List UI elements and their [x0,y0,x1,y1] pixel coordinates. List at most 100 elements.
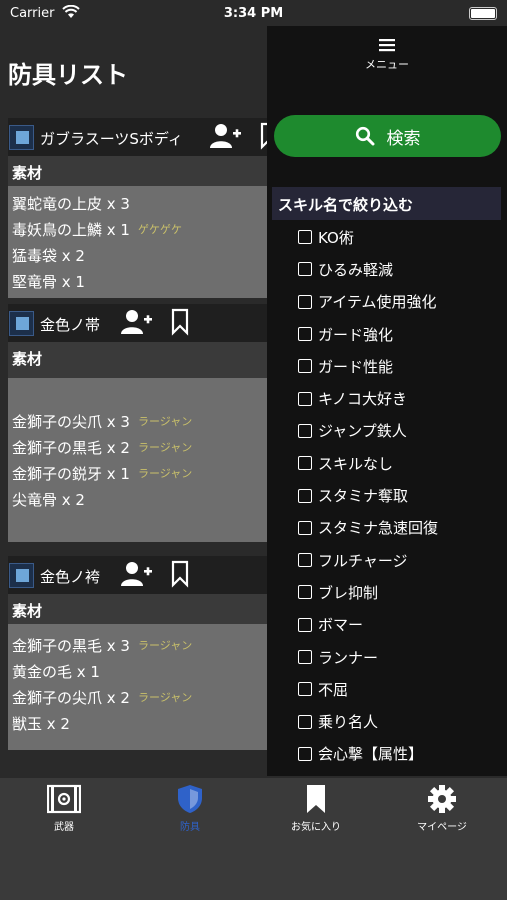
checkbox[interactable] [298,520,312,535]
tab-bar: 武器 防具 お気に入り マイページ [0,778,507,900]
tab-label: 武器 [54,822,74,833]
checkbox[interactable] [298,230,312,245]
bookmark-icon[interactable] [171,308,203,338]
material-text: 翼蛇竜の上皮 x 3 [12,194,130,213]
skill-checkbox-item[interactable]: KO術 [298,221,503,253]
material-item: 尖竜骨 x 2 [12,486,274,512]
material-source: ラージャン [137,691,193,704]
checkbox[interactable] [298,359,312,374]
tab-label: 防具 [180,822,200,833]
material-item: 翼蛇竜の上皮 x 3 [12,190,274,216]
checkbox[interactable] [298,553,312,568]
skill-label: ジャンプ鉄人 [318,422,407,441]
search-button[interactable]: 検索 [274,115,501,157]
skill-checkbox-item[interactable]: ガード強化 [298,318,503,350]
skill-label: 乗り名人 [318,713,379,732]
checkbox[interactable] [298,391,312,406]
tab-mypage[interactable]: マイページ [379,784,505,833]
add-user-icon[interactable] [210,122,242,152]
skill-label: ブレ抑制 [318,583,379,602]
bookmark-icon [307,785,325,813]
materials-list: 金獅子の尖爪 x 3 ラージャン 金獅子の黒毛 x 2 ラージャン 金獅子の鋭牙 x… [8,378,278,542]
skill-label: KO術 [318,228,354,247]
gear-icon [428,785,456,813]
skill-checkbox-item[interactable]: 乗り名人 [298,705,503,737]
add-user-icon[interactable] [121,560,153,590]
material-text: 堅竜骨 x 1 [12,272,85,291]
skill-checkbox-item[interactable]: スタミナ急速回復 [298,512,503,544]
skill-label: ガード強化 [318,325,394,344]
bookmark-icon[interactable] [171,560,203,590]
tab-armor[interactable]: 防具 [127,784,253,833]
skill-checkbox-item[interactable]: ボマー [298,609,503,641]
skill-checkbox-item[interactable]: 会心撃【属性】 [298,738,503,770]
material-item: 黄金の毛 x 1 [12,658,274,684]
checkbox[interactable] [298,682,312,697]
skill-filter-title: スキル名で絞り込む [272,187,501,220]
material-text: 金獅子の尖爪 x 3 [12,412,130,431]
material-text: 金獅子の尖爪 x 2 [12,688,130,707]
skill-label: 会心撃【属性】 [318,745,424,764]
shield-icon [178,785,202,813]
checkbox[interactable] [298,585,312,600]
armor-legs-icon [9,563,34,588]
skill-label: アイテム使用強化 [318,293,437,312]
skill-checkbox-item[interactable]: ひるみ軽減 [298,253,503,285]
armor-card: 金色ノ帯 素材 金獅子の尖爪 x 3 ラージャン 金獅子の黒毛 x 2 ラージャン … [8,304,278,542]
material-text: 尖竜骨 x 2 [12,490,85,509]
armor-card: 金色ノ袴 素材 金獅子の黒毛 x 3 ラージャン 黄金の毛 x 1 金獅子の尖爪 … [8,556,278,750]
search-label: 検索 [386,128,421,149]
skill-checkbox-item[interactable]: ブレ抑制 [298,576,503,608]
skill-label: ボマー [318,616,364,635]
tab-favorites[interactable]: お気に入り [253,784,379,833]
checkbox[interactable] [298,294,312,309]
materials-label: 素材 [8,594,278,624]
checkbox[interactable] [298,456,312,471]
materials-list: 金獅子の黒毛 x 3 ラージャン 黄金の毛 x 1 金獅子の尖爪 x 2 ラージャン… [8,624,278,750]
skill-checkbox-item[interactable]: キノコ大好き [298,382,503,414]
armor-header[interactable]: 金色ノ帯 [8,304,278,342]
tab-weapons[interactable]: 武器 [1,784,127,833]
skill-label: ガード性能 [318,357,394,376]
material-item: 獣玉 x 2 [12,710,274,736]
material-source: ラージャン [137,639,193,652]
skill-checkbox-item[interactable]: ランナー [298,641,503,673]
armor-name: 金色ノ帯 [40,316,101,334]
armor-name: ガブラスーツSボディ [40,130,183,148]
material-item: 金獅子の黒毛 x 2 ラージャン [12,434,274,460]
armor-header[interactable]: ガブラスーツSボディ [8,118,278,156]
armor-card: ガブラスーツSボディ 素材 翼蛇竜の上皮 x 3 毒妖鳥の上鱗 x 1 ゲケゲケ … [8,118,278,298]
tab-label: マイページ [417,822,467,833]
armor-waist-icon [9,311,34,336]
checkbox[interactable] [298,423,312,438]
armor-header[interactable]: 金色ノ袴 [8,556,278,594]
skill-checkbox-item[interactable]: スキルなし [298,447,503,479]
armor-list: ガブラスーツSボディ 素材 翼蛇竜の上皮 x 3 毒妖鳥の上鱗 x 1 ゲケゲケ … [8,118,278,750]
skill-checkbox-item[interactable]: ジャンプ鉄人 [298,415,503,447]
hamburger-icon [379,39,395,52]
side-drawer: メニュー 検索 スキル名で絞り込む KO術 ひるみ軽減 アイテム使用強化 ガード… [267,26,507,776]
material-item: 金獅子の鋭牙 x 1 ラージャン [12,460,274,486]
skill-checkbox-item[interactable]: フルチャージ [298,544,503,576]
checkbox[interactable] [298,617,312,632]
checkbox[interactable] [298,746,312,761]
checkbox[interactable] [298,488,312,503]
materials-label: 素材 [8,342,278,372]
materials-list: 翼蛇竜の上皮 x 3 毒妖鳥の上鱗 x 1 ゲケゲケ 猛毒袋 x 2 堅竜骨 x … [8,186,278,298]
material-source: ラージャン [137,441,193,454]
checkbox[interactable] [298,650,312,664]
material-item [12,512,274,538]
skill-checkbox-item[interactable]: ガード性能 [298,350,503,382]
skill-label: スタミナ奪取 [318,487,409,506]
add-user-icon[interactable] [121,308,153,338]
checkbox[interactable] [298,327,312,342]
material-item [12,382,274,408]
checkbox[interactable] [298,714,312,729]
menu-toggle[interactable]: メニュー [267,34,507,72]
checkbox[interactable] [298,262,312,277]
skill-checkbox-item[interactable]: アイテム使用強化 [298,286,503,318]
skill-checkbox-item[interactable]: 不屈 [298,673,503,705]
material-item: 毒妖鳥の上鱗 x 1 ゲケゲケ [12,216,274,242]
skill-checkbox-item[interactable]: スタミナ奪取 [298,479,503,511]
page-title: 防具リスト [8,61,128,89]
